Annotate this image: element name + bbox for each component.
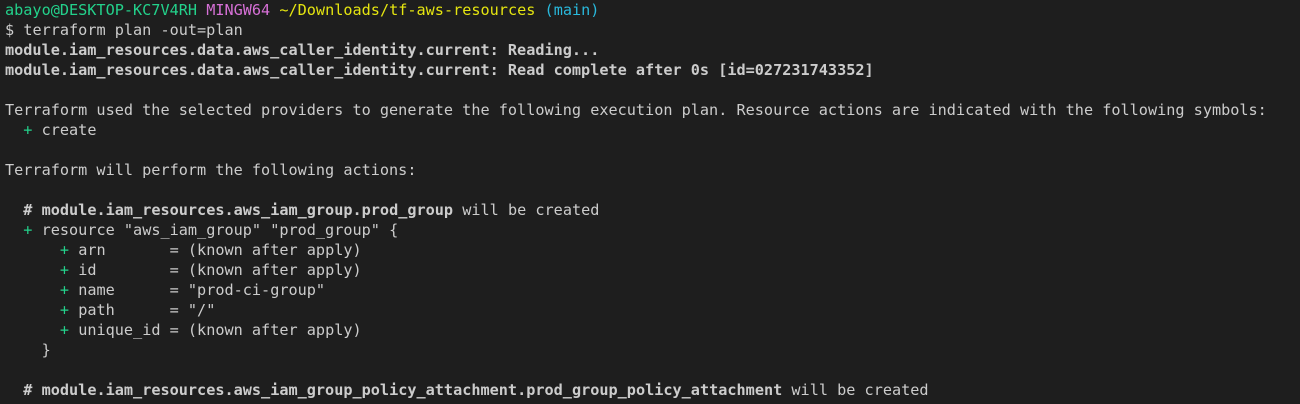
attr-plus: + <box>59 261 70 279</box>
command-text: terraform plan -out=plan <box>23 21 243 39</box>
resource2-hash: # <box>23 381 33 399</box>
resource1-attr-unique-id: + unique_id = (known after apply) <box>5 320 1300 340</box>
create-symbol: + <box>23 121 33 139</box>
resource1-close-line: } <box>5 340 1300 360</box>
attr-text: id = (known after apply) <box>78 261 362 279</box>
attr-plus: + <box>59 301 70 319</box>
resource1-plus: + <box>23 221 33 239</box>
resource1-attr-arn: + arn = (known after apply) <box>5 240 1300 260</box>
resource1-address: module.iam_resources.aws_iam_group.prod_… <box>41 201 454 219</box>
output-read-complete: module.iam_resources.data.aws_caller_ide… <box>5 61 874 79</box>
command-line: $ terraform plan -out=plan <box>5 20 1300 40</box>
create-label: create <box>41 121 97 139</box>
attr-plus: + <box>59 281 70 299</box>
resource2-address: module.iam_resources.aws_iam_group_polic… <box>41 381 783 399</box>
resource2-comment: # module.iam_resources.aws_iam_group_pol… <box>5 380 1300 400</box>
attr-plus: + <box>59 321 70 339</box>
attr-plus: + <box>59 241 70 259</box>
resource1-declaration: resource "aws_iam_group" "prod_group" { <box>41 221 399 239</box>
output-reading: module.iam_resources.data.aws_caller_ide… <box>5 41 600 59</box>
resource1-declaration-line: + resource "aws_iam_group" "prod_group" … <box>5 220 1300 240</box>
prompt-user-host: abayo@DESKTOP-KC7V4RH <box>5 1 198 19</box>
resource1-comment: # module.iam_resources.aws_iam_group.pro… <box>5 200 1300 220</box>
prompt-symbol: $ <box>5 21 15 39</box>
resource1-suffix: will be created <box>462 201 600 219</box>
attr-text: path = "/" <box>78 301 216 319</box>
output-intro: Terraform used the selected providers to… <box>5 101 1267 119</box>
attr-text: arn = (known after apply) <box>78 241 362 259</box>
resource1-close: } <box>41 341 51 359</box>
resource2-suffix: will be created <box>791 381 929 399</box>
output-perform: Terraform will perform the following act… <box>5 161 417 179</box>
resource1-attr-path: + path = "/" <box>5 300 1300 320</box>
terminal-window[interactable]: abayo@DESKTOP-KC7V4RH MINGW64 ~/Download… <box>0 0 1300 404</box>
prompt-branch: (main) <box>544 1 600 19</box>
resource1-attr-name: + name = "prod-ci-group" <box>5 280 1300 300</box>
resource1-attr-id: + id = (known after apply) <box>5 260 1300 280</box>
attr-text: name = "prod-ci-group" <box>78 281 326 299</box>
prompt-shell: MINGW64 <box>206 1 271 19</box>
symbol-legend: + create <box>5 120 1300 140</box>
prompt-path: ~/Downloads/tf-aws-resources <box>279 1 536 19</box>
prompt-line: abayo@DESKTOP-KC7V4RH MINGW64 ~/Download… <box>5 0 1300 20</box>
resource1-hash: # <box>23 201 33 219</box>
attr-text: unique_id = (known after apply) <box>78 321 362 339</box>
